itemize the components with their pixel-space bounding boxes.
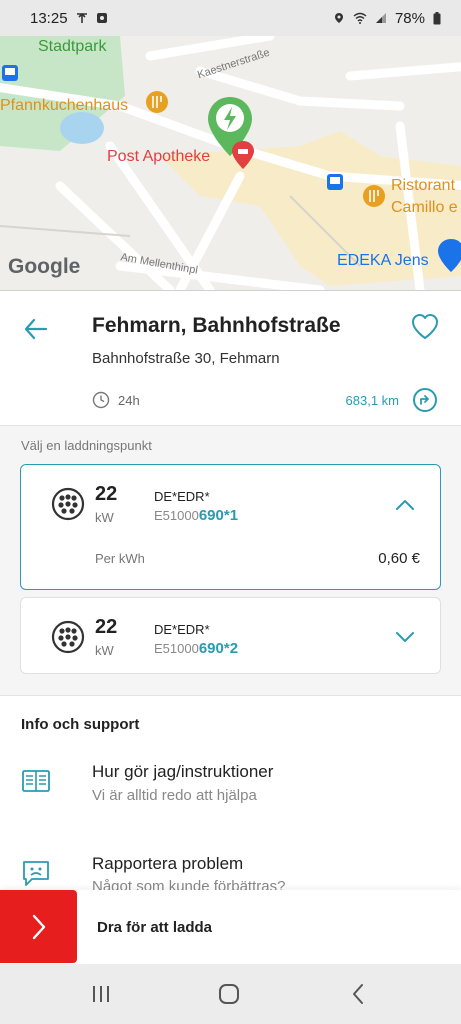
price-label: Per kWh [95,551,145,566]
power-unit: kW [95,510,114,525]
status-bar: 13:25 78% [0,0,461,36]
restaurant-left-icon [146,91,168,113]
map-label-pharmacy: Post Apotheke [107,148,211,165]
type2-plug-icon [51,487,85,521]
map-label-restaurant-right-1: Ristorant [391,177,456,194]
evse-id-prefix: DE*EDR* [154,489,210,504]
power-value: 22 [95,616,118,638]
charge-point-heading: Välj en laddningspunkt [21,438,152,453]
map-label-restaurant-left: Pfannkuchenhaus [0,97,129,114]
type2-plug-icon [51,620,85,654]
evse-id-mid: E51000 [154,508,199,523]
section-divider-bottom [0,695,461,696]
evse-id: E51000690*2 [154,640,238,657]
info-item-title: Rapportera problem [92,854,244,873]
bus-stop-left-icon [2,65,18,81]
back-arrow-icon[interactable] [22,315,50,343]
battery-percent: 78% [394,9,425,27]
chevron-right-icon [32,914,45,939]
map-view[interactable]: Stadtpark Kaestnerstraße Pfannkuchenhaus… [0,36,461,290]
signal-icon [375,13,386,23]
info-section-title: Info och support [21,716,140,733]
slide-handle[interactable] [0,890,77,963]
info-item-title: Hur gör jag/instruktioner [92,762,274,781]
recent-apps-icon[interactable] [88,982,114,1006]
map-label-restaurant-right-2: Camillo e [391,199,458,216]
charge-point-card-2[interactable]: 22 kW DE*EDR* E51000690*2 [20,597,441,674]
location-icon [334,13,343,23]
antenna-icon [76,12,87,23]
power-value: 22 [95,483,118,505]
home-icon[interactable] [216,982,242,1006]
section-divider-top [0,425,461,426]
charge-point-card-1[interactable]: 22 kW DE*EDR* E51000690*1 Per kWh 0,60 € [20,464,441,590]
wifi-icon [353,12,367,24]
evse-id-suffix: 690*1 [198,507,239,524]
back-icon[interactable] [346,982,372,1006]
slide-to-charge-bar[interactable]: Dra för att ladda [0,890,461,964]
map-label-park: Stadtpark [38,38,107,55]
map-divider [0,290,461,291]
map-label-store: EDEKA Jens [337,252,429,269]
hours-text: 24h [118,392,140,408]
chevron-down-icon[interactable] [393,625,417,649]
heart-icon[interactable] [410,312,440,342]
station-title: Fehmarn, Bahnhofstraße [92,314,341,337]
google-logo: Google [8,255,81,278]
pond [60,112,104,144]
distance-text: 683,1 km [345,393,399,408]
evse-id: E51000690*1 [154,507,238,524]
restaurant-right-icon [363,185,385,207]
station-address: Bahnhofstraße 30, Fehmarn [92,350,280,367]
bus-stop-right-icon [327,174,343,190]
power-unit: kW [95,643,114,658]
evse-id-mid: E51000 [154,641,199,656]
sad-face-chat-icon [23,861,49,886]
book-icon [22,770,50,792]
clock-icon [92,391,110,409]
status-time: 13:25 [30,9,68,27]
battery-icon [433,11,441,24]
slide-label: Dra för att ladda [97,919,213,936]
evse-id-prefix: DE*EDR* [154,622,210,637]
evse-id-suffix: 690*2 [198,640,239,657]
info-item-subtitle: Vi är alltid redo att hjälpa [92,787,257,804]
system-nav-bar [0,964,461,1024]
price-value: 0,60 € [378,550,420,567]
chevron-up-icon[interactable] [393,493,417,517]
opening-hours: 24h [92,391,140,409]
screen-record-icon [96,13,107,23]
directions-icon[interactable] [412,387,438,413]
